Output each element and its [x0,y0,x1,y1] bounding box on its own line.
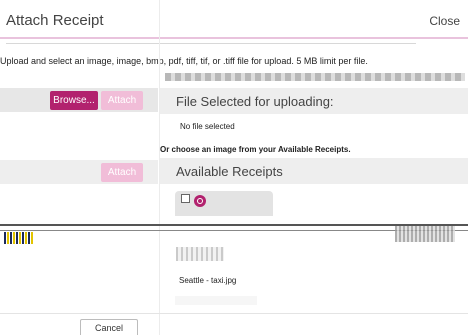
receipt-thumbnail[interactable] [176,247,224,261]
receipt-name: Seattle - taxi.jpg [179,276,237,285]
magnifier-icon[interactable] [194,195,206,207]
no-file-text: No file selected [180,122,235,131]
checkbox-icon[interactable] [181,194,190,203]
browse-button[interactable]: Browse... [50,91,98,110]
receipt-thumbnail-fragment [4,232,34,244]
attach-receipt-button[interactable]: Attach [101,163,143,182]
cancel-button[interactable]: Cancel [80,319,138,335]
receipt-footer [175,296,257,305]
close-link[interactable]: Close [429,14,460,28]
receipt-image-strip [0,216,468,246]
footer-divider [0,313,468,314]
receipt-thumbnail-fragment-right [395,226,455,242]
or-choose-text: Or choose an image from your Available R… [160,145,351,154]
instructions-underline [165,73,465,81]
file-selected-header: File Selected for uploading: [160,88,468,114]
available-receipts-header: Available Receipts [160,158,468,184]
attach-upload-button[interactable]: Attach [101,91,143,110]
